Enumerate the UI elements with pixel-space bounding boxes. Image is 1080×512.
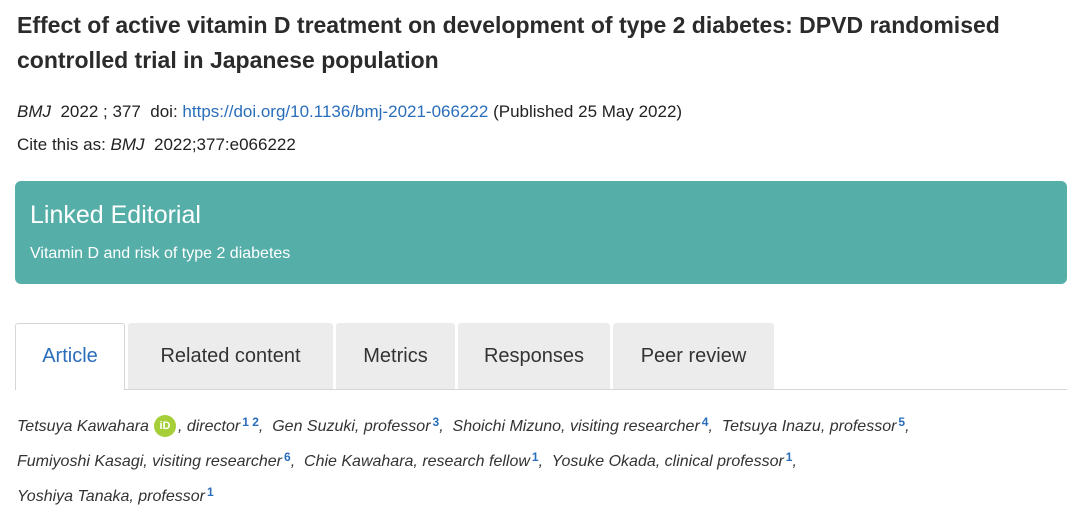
cite-journal: BMJ: [110, 135, 145, 154]
cite-value: 2022;377:e066222: [154, 135, 296, 154]
affiliation-link[interactable]: 5: [898, 415, 905, 429]
author-name[interactable]: Gen Suzuki, professor: [272, 418, 430, 435]
cite-as-line: Cite this as: BMJ 2022;377:e066222: [17, 134, 296, 156]
affiliation-link[interactable]: 1: [207, 485, 214, 499]
tab-article[interactable]: Article: [15, 323, 125, 390]
author-name[interactable]: Fumiyoshi Kasagi, visiting researcher: [17, 453, 282, 470]
linked-editorial-box: Linked Editorial Vitamin D and risk of t…: [15, 181, 1067, 284]
tab-responses[interactable]: Responses: [458, 323, 610, 389]
journal-name: BMJ: [17, 102, 51, 121]
author-list: Tetsuya Kawahara iD, director 1 2, Gen Suz…: [17, 407, 1067, 512]
affiliation-link[interactable]: 6: [284, 450, 291, 464]
affiliation-link[interactable]: 3: [433, 415, 440, 429]
tab-related-content[interactable]: Related content: [128, 323, 333, 389]
author-item: Gen Suzuki, professor 3,: [272, 415, 444, 435]
author-item: Yoshiya Tanaka, professor 1: [17, 485, 214, 505]
doi-link[interactable]: https://doi.org/10.1136/bmj-2021-066222: [182, 102, 488, 121]
author-item: Yosuke Okada, clinical professor 1,: [551, 450, 797, 470]
article-title: Effect of active vitamin D treatment on …: [17, 12, 1000, 73]
author-name[interactable]: Yosuke Okada, clinical professor: [552, 453, 784, 470]
author-name[interactable]: Tetsuya Kawahara: [17, 418, 149, 435]
tab-divider: [15, 389, 1067, 390]
year-volume: 2022 ; 377: [60, 102, 141, 121]
author-name[interactable]: Shoichi Mizuno, visiting researcher: [453, 418, 700, 435]
author-name[interactable]: Chie Kawahara, research fellow: [304, 453, 530, 470]
affiliation-link[interactable]: 1: [532, 450, 539, 464]
linked-editorial-link[interactable]: Vitamin D and risk of type 2 diabetes: [30, 243, 290, 265]
orcid-icon[interactable]: iD: [153, 415, 176, 437]
citation-line: BMJ 2022 ; 377 doi: https://doi.org/10.1…: [17, 101, 682, 123]
tab-peer-review[interactable]: Peer review: [613, 323, 774, 389]
author-name[interactable]: Tetsuya Inazu, professor: [722, 418, 897, 435]
affiliation-link[interactable]: 1 2: [242, 415, 259, 429]
published-date: (Published 25 May 2022): [493, 102, 683, 121]
author-name[interactable]: Yoshiya Tanaka, professor: [17, 488, 205, 505]
author-item: Fumiyoshi Kasagi, visiting researcher 6,: [17, 450, 296, 470]
author-item: Tetsuya Inazu, professor 5,: [721, 415, 910, 435]
doi-label: doi:: [150, 102, 178, 121]
author-role: , director: [177, 418, 241, 435]
author-item: Tetsuya Kawahara iD, director 1 2,: [17, 415, 264, 437]
affiliation-link[interactable]: 4: [702, 415, 709, 429]
affiliation-link[interactable]: 1: [786, 450, 793, 464]
cite-label: Cite this as:: [17, 135, 106, 154]
linked-editorial-heading: Linked Editorial: [30, 201, 201, 229]
author-item: Shoichi Mizuno, visiting researcher 4,: [452, 415, 713, 435]
tab-metrics[interactable]: Metrics: [336, 323, 455, 389]
author-item: Chie Kawahara, research fellow 1,: [304, 450, 544, 470]
